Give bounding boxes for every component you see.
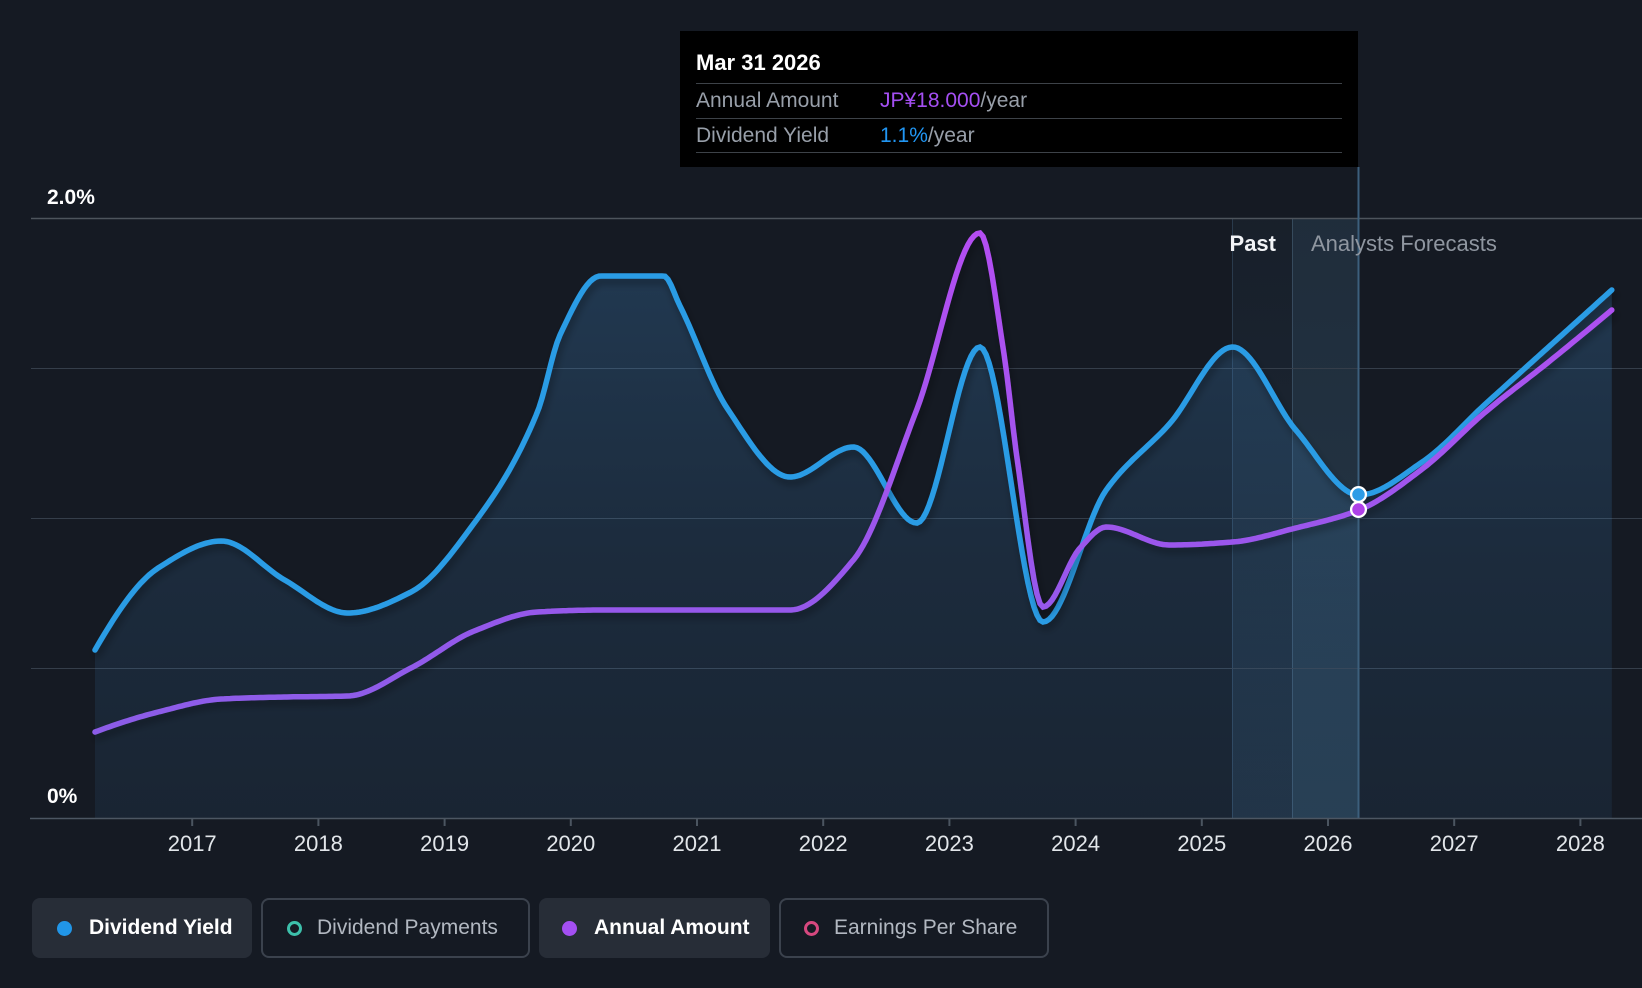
svg-text:2027: 2027 (1430, 831, 1479, 856)
svg-text:2024: 2024 (1051, 831, 1100, 856)
svg-text:2.0%: 2.0% (47, 186, 95, 209)
svg-text:2018: 2018 (294, 831, 343, 856)
svg-text:2019: 2019 (420, 831, 469, 856)
svg-text:Analysts Forecasts: Analysts Forecasts (1311, 231, 1497, 256)
svg-text:2021: 2021 (673, 831, 722, 856)
svg-text:0%: 0% (47, 785, 78, 808)
svg-text:2023: 2023 (925, 831, 974, 856)
svg-text:Past: Past (1230, 231, 1277, 256)
svg-text:2026: 2026 (1304, 831, 1353, 856)
svg-text:2020: 2020 (546, 831, 595, 856)
svg-text:2017: 2017 (168, 831, 217, 856)
svg-text:2025: 2025 (1177, 831, 1226, 856)
svg-text:2028: 2028 (1556, 831, 1605, 856)
svg-text:2022: 2022 (799, 831, 848, 856)
